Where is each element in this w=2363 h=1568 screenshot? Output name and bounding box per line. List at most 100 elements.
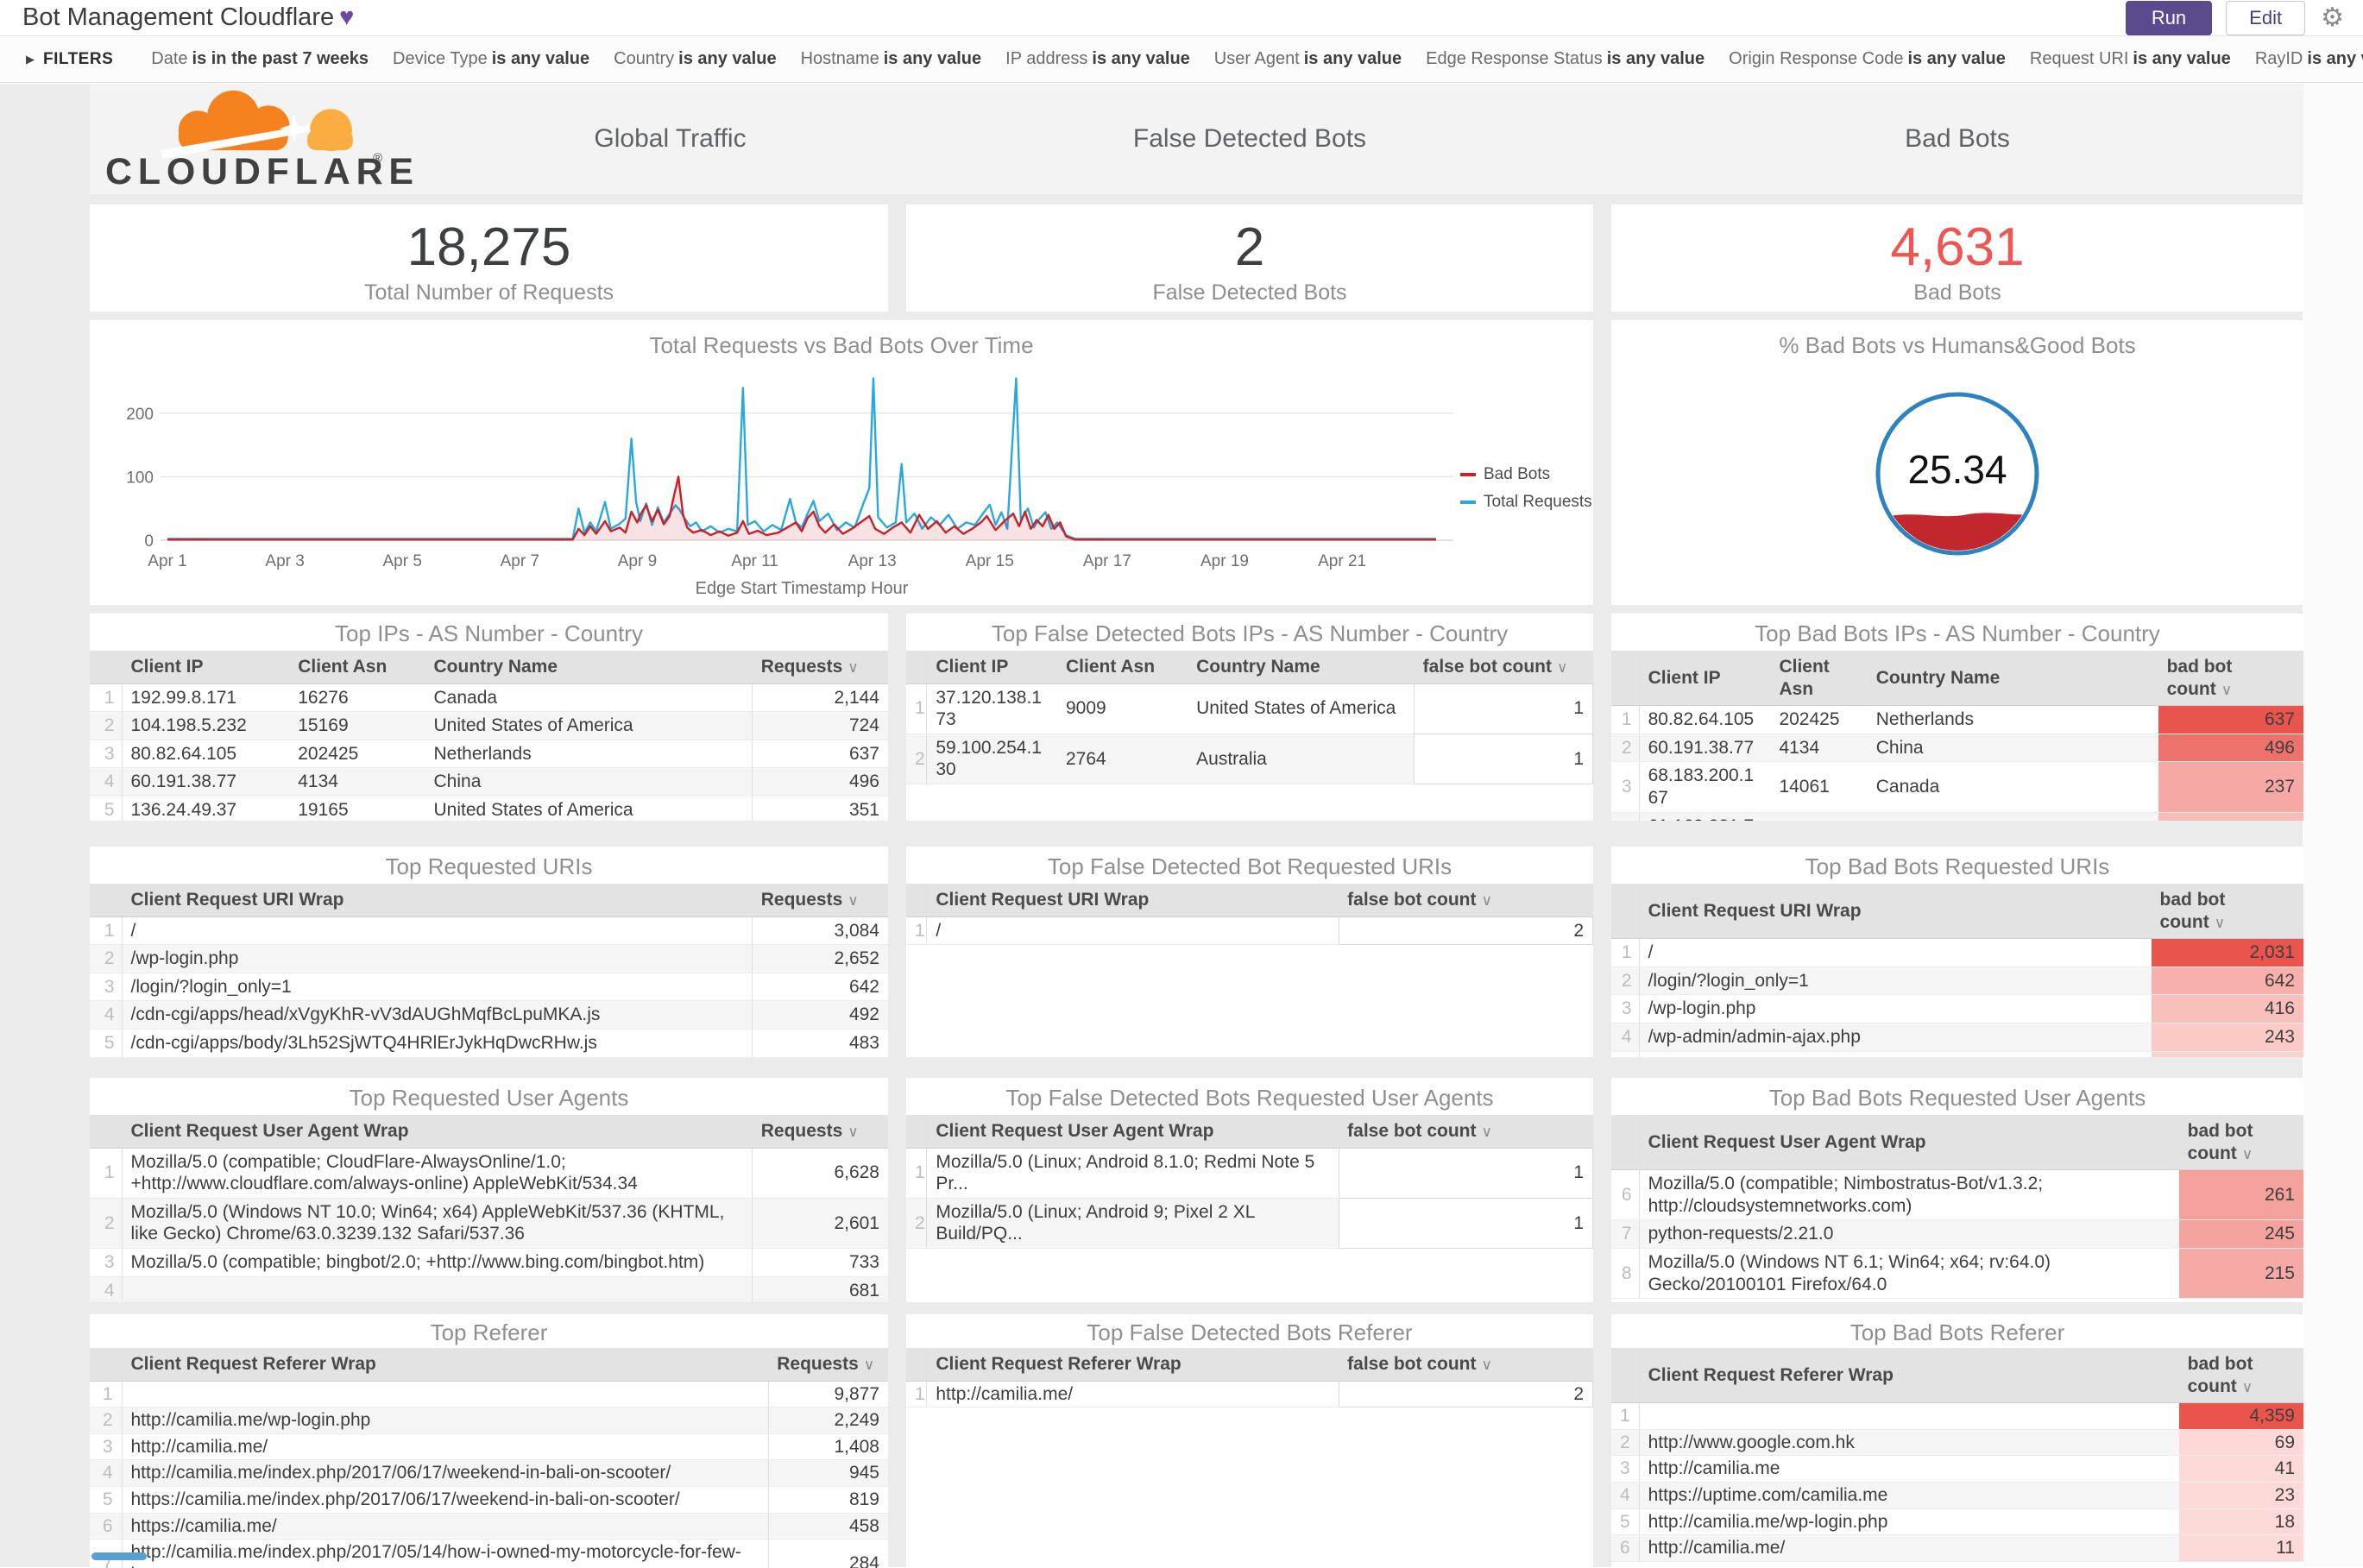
column-header[interactable]: Country Name <box>425 651 753 684</box>
table-cell: http://camilia.me/ <box>1639 1534 2179 1562</box>
table-row: 1 Mozilla/5.0 (Linux; Android 8.1.0; Redm… <box>906 1147 1593 1199</box>
count-cell: 637 <box>752 740 888 769</box>
sort-desc-icon: ∨ <box>2221 681 2233 698</box>
column-header[interactable]: Client Request Referer Wrap <box>926 1348 1339 1382</box>
row-number: 5 <box>90 796 123 821</box>
column-header-sorted[interactable]: false bot count ∨ <box>1339 884 1593 917</box>
column-header[interactable]: Client Request User Agent Wrap <box>122 1115 753 1149</box>
column-header-sorted[interactable]: bad bot count ∨ <box>2151 884 2303 940</box>
filter-item[interactable]: Request URI is any value <box>2030 49 2231 69</box>
table-row: 1/2 <box>906 916 1593 946</box>
horizontal-scrollbar[interactable] <box>91 1552 147 1560</box>
table-row: 4 http://camilia.me/index.php/2017/06/17/… <box>90 1459 888 1488</box>
table-title: Top IPs - AS Number - Country <box>335 620 643 646</box>
filter-item[interactable]: User Agent is any value <box>1214 49 1402 69</box>
count-cell: 261 <box>2178 1169 2303 1221</box>
column-header[interactable]: Client Request Referer Wrap <box>122 1348 769 1382</box>
column-header-sorted[interactable]: false bot count ∨ <box>1339 1115 1593 1149</box>
count-cell: 2 <box>1338 1380 1593 1408</box>
row-number: 6 <box>1611 1534 1640 1562</box>
panel-false-bot-uris: Top False Detected Bot Requested URIs Cli… <box>906 847 1593 1057</box>
x-tick-label: Apr 17 <box>1083 552 1131 570</box>
column-header-sorted[interactable]: Requests ∨ <box>752 884 888 917</box>
row-number: 5 <box>1611 1508 1640 1536</box>
filters-toggle[interactable]: ▶ FILTERS <box>26 50 113 69</box>
count-cell: 2 <box>1338 916 1593 946</box>
column-header[interactable]: Client Asn <box>1770 651 1868 707</box>
run-button[interactable]: Run <box>2125 0 2213 35</box>
table-cell: http://camilia.me/ <box>926 1381 1339 1408</box>
row-number: 1 <box>1611 1402 1640 1430</box>
column-header[interactable]: Client IP <box>926 651 1057 684</box>
count-cell: 9,877 <box>767 1381 888 1408</box>
panel-false-bot-ips: Top False Detected Bots IPs - AS Number … <box>906 614 1593 821</box>
column-header[interactable]: Client Request URI Wrap <box>926 884 1339 917</box>
x-tick-label: Apr 1 <box>148 552 186 570</box>
filter-item[interactable]: Edge Response Status is any value <box>1426 49 1705 69</box>
data-table: Client IP Client Asn Country Name bad bot c… <box>1611 651 2303 821</box>
cloud-icon <box>161 90 353 159</box>
column-header[interactable]: Client Request User Agent Wrap <box>1639 1115 2179 1171</box>
table-cell <box>122 1381 769 1408</box>
row-number: 1 <box>90 1381 123 1408</box>
column-header[interactable]: Country Name <box>1188 651 1415 684</box>
column-header[interactable]: Client IP <box>1639 651 1771 707</box>
column-header[interactable]: Client Request URI Wrap <box>1639 884 2152 940</box>
column-header-sorted[interactable]: Requests ∨ <box>752 651 888 684</box>
column-header-sorted[interactable]: bad bot count ∨ <box>2178 1115 2303 1171</box>
filter-item[interactable]: Date is in the past 7 weeks <box>151 49 369 69</box>
filter-item[interactable]: Country is any value <box>614 49 776 69</box>
sort-desc-icon: ∨ <box>848 1124 859 1140</box>
count-cell: 2,144 <box>752 683 888 713</box>
column-header-sorted[interactable]: false bot count ∨ <box>1414 651 1593 684</box>
line-chart: 0 100 200 Apr 1 Apr 3 Apr 5 Apr 7 Apr 9 Apr 11 Ap… <box>126 377 1453 598</box>
column-header[interactable]: Client Asn <box>1057 651 1188 684</box>
data-table: Client Request Referer Wrap bad bot count… <box>1611 1348 2303 1562</box>
edit-button[interactable]: Edit <box>2226 0 2306 35</box>
column-header[interactable]: Client Request User Agent Wrap <box>926 1115 1339 1149</box>
column-header-sorted[interactable]: false bot count ∨ <box>1339 1348 1593 1382</box>
row-number: 2 <box>906 1198 928 1250</box>
column-header-sorted[interactable]: bad bot count ∨ <box>2178 1348 2303 1404</box>
count-cell: 637 <box>2158 705 2303 734</box>
column-header-sorted[interactable]: Requests ∨ <box>752 1115 888 1149</box>
filter-item[interactable]: RayIDis any value <box>2255 49 2363 69</box>
table-cell: http://camilia.me/index.php/2017/05/14/h… <box>122 1539 769 1568</box>
filter-item[interactable]: Device Type is any value <box>393 49 589 69</box>
table-cell: python-requests/2.21.0 <box>1639 1219 2179 1250</box>
table-cell: /login/?login_only=1 <box>122 973 753 1002</box>
table-cell: / <box>1639 938 2152 967</box>
sort-desc-icon: ∨ <box>2241 1378 2253 1395</box>
table-cell: / <box>122 916 753 946</box>
column-header[interactable]: Client Request URI Wrap <box>122 884 753 917</box>
top-bar: Bot Management Cloudflare ♥ Run Edit ⚙ <box>0 0 2363 36</box>
count-cell: 1,408 <box>767 1433 888 1461</box>
table-cell: 136.24.49.37 <box>122 796 290 821</box>
table-cell: https://uptime.com/camilia.me <box>1639 1482 2179 1509</box>
legend-item[interactable]: Bad Bots <box>1460 465 1592 484</box>
count-cell: 681 <box>752 1276 888 1302</box>
row-number: 8 <box>1611 1248 1640 1300</box>
column-header[interactable]: Client IP <box>122 651 290 684</box>
column-header-sorted[interactable]: bad bot count ∨ <box>2158 651 2303 707</box>
filter-item[interactable]: Origin Response Code is any value <box>1729 49 2006 69</box>
table-cell: http://camilia.me/wp-login.php <box>1639 1508 2179 1536</box>
row-number: 1 <box>90 683 123 713</box>
filter-item[interactable]: Hostname is any value <box>801 49 982 69</box>
table-cell: Mozilla/5.0 (compatible; Nimbostratus-Bo… <box>1639 1169 2179 1221</box>
gear-icon[interactable]: ⚙ <box>2321 4 2344 31</box>
table-cell: https://camilia.me/index.php/2017/06/17/… <box>122 1486 769 1514</box>
column-header[interactable]: Country Name <box>1867 651 2158 707</box>
data-table: Client Request Referer Wrap false bot cou… <box>906 1348 1593 1408</box>
count-cell: 1 <box>1338 1197 1593 1250</box>
count-cell: 41 <box>2178 1455 2303 1483</box>
table-cell: /login/?login_only=1 <box>1639 967 2152 996</box>
column-header-sorted[interactable]: Requests ∨ <box>768 1348 888 1382</box>
column-header[interactable]: Client Request Referer Wrap <box>1639 1348 2179 1404</box>
metric-label: Bad Bots <box>1913 280 2001 305</box>
table-row: 3 http://camilia.me/1,408 <box>90 1433 888 1461</box>
count-cell: 4,359 <box>2178 1402 2303 1430</box>
filter-item[interactable]: IP address is any value <box>1005 49 1190 69</box>
column-header[interactable]: Client Asn <box>289 651 425 684</box>
legend-item[interactable]: Total Requests <box>1460 493 1592 512</box>
